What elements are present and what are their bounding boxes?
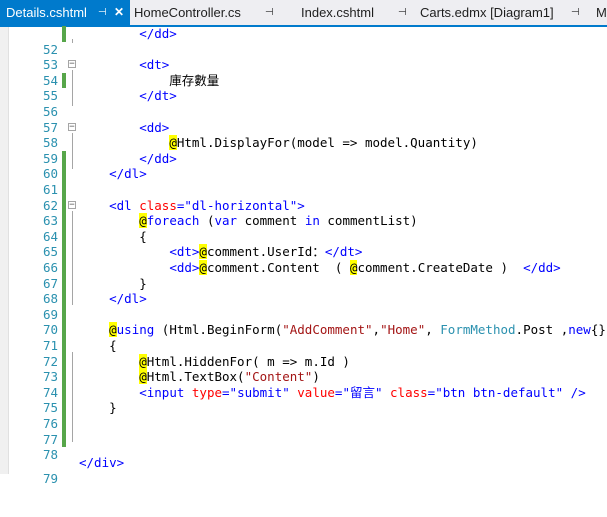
- code-line[interactable]: 60 </dd>: [0, 150, 607, 181]
- code-text: <dl class="dl-horizontal">: [109, 197, 305, 213]
- code-text: }: [79, 275, 147, 291]
- change-marker: [62, 228, 66, 245]
- pin-icon[interactable]: ⊣: [98, 0, 107, 25]
- code-text: @Html.DisplayFor(model => model.Quantity…: [169, 135, 478, 151]
- code-line[interactable]: 76 }: [0, 400, 607, 431]
- document-tab-strip: Details.cshtml ⊣ ✕ HomeController.cs ⊣ I…: [0, 0, 607, 27]
- change-marker: [62, 431, 66, 448]
- tab-label: M: [596, 5, 607, 20]
- code-text: <input type="submit" value="留言" class="b…: [139, 384, 586, 400]
- code-text: @Html.TextBox("Content"): [139, 369, 320, 385]
- code-text: </div>: [79, 455, 125, 470]
- code-editor[interactable]: 52 </dd> 53 54 − <dt> 55 庫存數量 56 </dt> 5…: [0, 26, 607, 486]
- collapse-icon[interactable]: −: [68, 200, 76, 209]
- change-marker: [62, 322, 66, 338]
- code-line[interactable]: 61 </dl>: [0, 166, 607, 197]
- code-line[interactable]: 52 </dd>: [0, 26, 607, 57]
- code-line[interactable]: 78: [0, 431, 607, 462]
- change-marker: [62, 260, 66, 276]
- code-line[interactable]: 66 <dt>@comment.UserId：</dt>: [0, 244, 607, 275]
- code-line[interactable]: 75 <input type="submit" value="留言" class…: [0, 384, 607, 415]
- change-marker: [62, 182, 66, 198]
- tab-label: Index.cshtml: [301, 5, 374, 20]
- tab-label: Details.cshtml: [6, 5, 87, 20]
- change-marker: [62, 369, 66, 385]
- change-marker: [62, 291, 66, 307]
- pin-icon[interactable]: ⊣: [571, 0, 580, 25]
- change-marker: [62, 150, 66, 167]
- change-marker: [62, 166, 66, 182]
- code-text: </dd>: [79, 26, 177, 41]
- tab-overflow[interactable]: M: [594, 0, 607, 25]
- pin-icon[interactable]: ⊣: [265, 0, 274, 25]
- code-text: @Html.HiddenFor( m => m.Id ): [139, 353, 350, 369]
- collapse-icon[interactable]: −: [68, 122, 76, 131]
- change-marker: [62, 384, 66, 401]
- code-text: @using (Html.BeginForm("AddComment","Hom…: [109, 322, 607, 338]
- code-text: <dd>@comment.Content ( @comment.CreateDa…: [169, 260, 561, 275]
- code-text: <dt>: [79, 57, 170, 73]
- code-line[interactable]: 71 @using (Html.BeginForm("AddComment","…: [0, 322, 607, 353]
- code-line[interactable]: 72 {: [0, 338, 607, 369]
- code-line[interactable]: 77: [0, 416, 607, 447]
- change-marker: [62, 26, 66, 42]
- change-marker: [62, 72, 66, 89]
- change-marker: [62, 353, 66, 370]
- change-marker: [62, 416, 66, 432]
- code-text: </dl>: [79, 166, 147, 182]
- code-line[interactable]: 62: [0, 182, 607, 213]
- code-text: </dd>: [79, 150, 177, 166]
- code-text: </dt>: [79, 88, 177, 104]
- code-text: </dd>: [79, 26, 177, 42]
- code-text: @foreach (var comment in commentList): [139, 213, 418, 229]
- code-line[interactable]: 55 庫存數量: [0, 72, 607, 103]
- change-marker: [62, 213, 66, 229]
- change-marker: [62, 306, 66, 323]
- line-number: 79: [42, 470, 58, 486]
- collapse-icon[interactable]: −: [68, 60, 76, 69]
- code-line[interactable]: 57: [0, 104, 607, 135]
- code-text: {: [79, 228, 147, 244]
- code-text: {: [79, 338, 117, 353]
- change-marker: [62, 197, 66, 214]
- tab-details-cshtml[interactable]: Details.cshtml ⊣ ✕: [0, 0, 130, 25]
- close-icon[interactable]: ✕: [114, 0, 124, 25]
- code-line[interactable]: 67 <dd>@comment.Content ( @comment.Creat…: [0, 260, 607, 291]
- code-line[interactable]: 63 − <dl class="dl-horizontal">: [0, 197, 607, 228]
- code-text: <dt>@comment.UserId：</dt>: [169, 244, 363, 260]
- code-line[interactable]: 74 @Html.TextBox("Content"): [0, 369, 607, 400]
- tab-homecontroller-cs[interactable]: HomeController.cs ⊣: [130, 0, 278, 25]
- change-marker: [62, 275, 66, 292]
- code-text: <dd>: [79, 119, 170, 135]
- code-line[interactable]: 65 {: [0, 228, 607, 259]
- code-line[interactable]: 73 @Html.HiddenFor( m => m.Id ): [0, 353, 607, 384]
- tab-index-cshtml[interactable]: Index.cshtml ⊣: [296, 0, 412, 25]
- code-line[interactable]: 70: [0, 306, 607, 337]
- code-text: 庫存數量: [79, 72, 220, 88]
- code-line[interactable]: 69 </dl>: [0, 291, 607, 322]
- code-line[interactable]: 79 </div>: [0, 455, 607, 486]
- code-text: }: [79, 400, 117, 416]
- change-marker: [62, 400, 66, 416]
- change-marker: [62, 244, 66, 260]
- change-marker: [62, 338, 66, 354]
- code-line[interactable]: 56 </dt>: [0, 88, 607, 119]
- code-line[interactable]: 53: [0, 42, 607, 72]
- code-line[interactable]: 59 @Html.DisplayFor(model => model.Quant…: [0, 135, 607, 166]
- code-line[interactable]: 54 − <dt>: [0, 57, 607, 88]
- tab-label: HomeController.cs: [134, 5, 241, 20]
- code-line[interactable]: 58 − <dd>: [0, 119, 607, 151]
- code-line[interactable]: 64 @foreach (var comment in commentList): [0, 213, 607, 244]
- pin-icon[interactable]: ⊣: [398, 0, 407, 25]
- code-text: </dl>: [79, 291, 147, 307]
- code-line[interactable]: 68 }: [0, 275, 607, 306]
- tab-label: Carts.edmx [Diagram1]: [420, 5, 554, 20]
- razor-marker: @: [169, 135, 177, 151]
- tab-carts-edmx-diagram[interactable]: Carts.edmx [Diagram1] ⊣: [416, 0, 584, 25]
